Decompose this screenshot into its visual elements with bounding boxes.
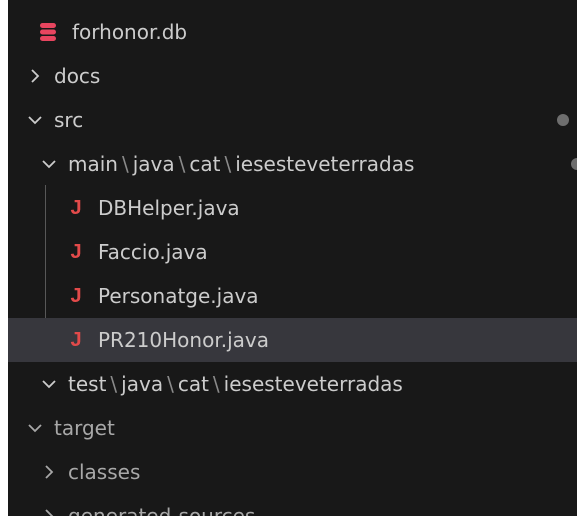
path-segment[interactable]: main bbox=[68, 152, 118, 176]
tree-item-label: classes bbox=[68, 460, 141, 484]
tree-folder-generated-sources[interactable]: generated-sources bbox=[8, 494, 577, 516]
chevron-right-icon[interactable] bbox=[38, 461, 60, 483]
chevron-down-icon[interactable] bbox=[24, 417, 46, 439]
chevron-down-icon[interactable] bbox=[38, 153, 60, 175]
tree-item-label: Personatge.java bbox=[98, 284, 259, 308]
tree-folder-classes[interactable]: classes bbox=[8, 450, 577, 494]
tree-item-label: generated-sources bbox=[68, 504, 256, 516]
path-segment[interactable]: test bbox=[68, 372, 106, 396]
path-separator: \ bbox=[224, 152, 232, 176]
path-segment[interactable]: iesesteveterradas bbox=[235, 152, 414, 176]
compact-folder-path: test \ java \ cat \ iesesteveterradas bbox=[68, 372, 403, 396]
chevron-down-icon[interactable] bbox=[24, 109, 46, 131]
tree-file-faccio-java[interactable]: J Faccio.java M bbox=[8, 230, 577, 274]
tree-folder-target[interactable]: target bbox=[8, 406, 577, 450]
path-separator: \ bbox=[110, 372, 118, 396]
tree-folder-src[interactable]: src bbox=[8, 98, 577, 142]
path-separator: \ bbox=[178, 152, 186, 176]
compact-folder-path: main \ java \ cat \ iesesteveterradas bbox=[68, 152, 414, 176]
java-file-icon: J bbox=[70, 196, 82, 219]
database-icon bbox=[38, 21, 58, 43]
path-separator: \ bbox=[167, 372, 174, 396]
tree-item-label: target bbox=[54, 416, 115, 440]
java-file-icon: J bbox=[70, 328, 82, 351]
tree-item-label: DBHelper.java bbox=[98, 196, 240, 220]
tree-file-pr210honor-java[interactable]: J PR210Honor.java M bbox=[8, 318, 577, 362]
java-file-icon: J bbox=[70, 284, 82, 307]
tree-item-label: Faccio.java bbox=[98, 240, 208, 264]
path-segment[interactable]: java bbox=[133, 152, 175, 176]
chevron-right-icon[interactable] bbox=[38, 505, 60, 516]
tree-folder-docs[interactable]: docs bbox=[8, 54, 577, 98]
tree-folder-main-java-cat-iesesteveterradas[interactable]: main \ java \ cat \ iesesteveterradas bbox=[8, 142, 577, 186]
path-segment[interactable]: cat bbox=[189, 152, 220, 176]
path-segment[interactable]: java bbox=[121, 372, 163, 396]
tree-item-label: forhonor.db bbox=[72, 20, 188, 44]
tree-item-label: PR210Honor.java bbox=[98, 328, 269, 352]
chevron-right-icon[interactable] bbox=[24, 65, 46, 87]
chevron-down-icon[interactable] bbox=[38, 373, 60, 395]
file-explorer: forhonor.db docs src main \ java \ cat \ ieses… bbox=[8, 0, 577, 516]
java-file-icon: J bbox=[70, 240, 82, 263]
tree-file-dbhelper-java[interactable]: J DBHelper.java M bbox=[8, 186, 577, 230]
path-separator: \ bbox=[212, 372, 220, 396]
tree-item-label: src bbox=[54, 108, 84, 132]
tree-item-label: docs bbox=[54, 64, 101, 88]
path-segment[interactable]: iesesteveterradas bbox=[224, 372, 403, 396]
tree-file-personatge-java[interactable]: J Personatge.java M bbox=[8, 274, 577, 318]
modified-indicator-dot bbox=[571, 158, 577, 170]
path-separator: \ bbox=[121, 152, 129, 176]
tree-item-forhonor-db[interactable]: forhonor.db bbox=[8, 10, 577, 54]
tree-folder-test-java-cat-iesesteveterradas[interactable]: test \ java \ cat \ iesesteveterradas bbox=[8, 362, 577, 406]
path-segment[interactable]: cat bbox=[178, 372, 209, 396]
modified-indicator-dot bbox=[557, 114, 569, 126]
